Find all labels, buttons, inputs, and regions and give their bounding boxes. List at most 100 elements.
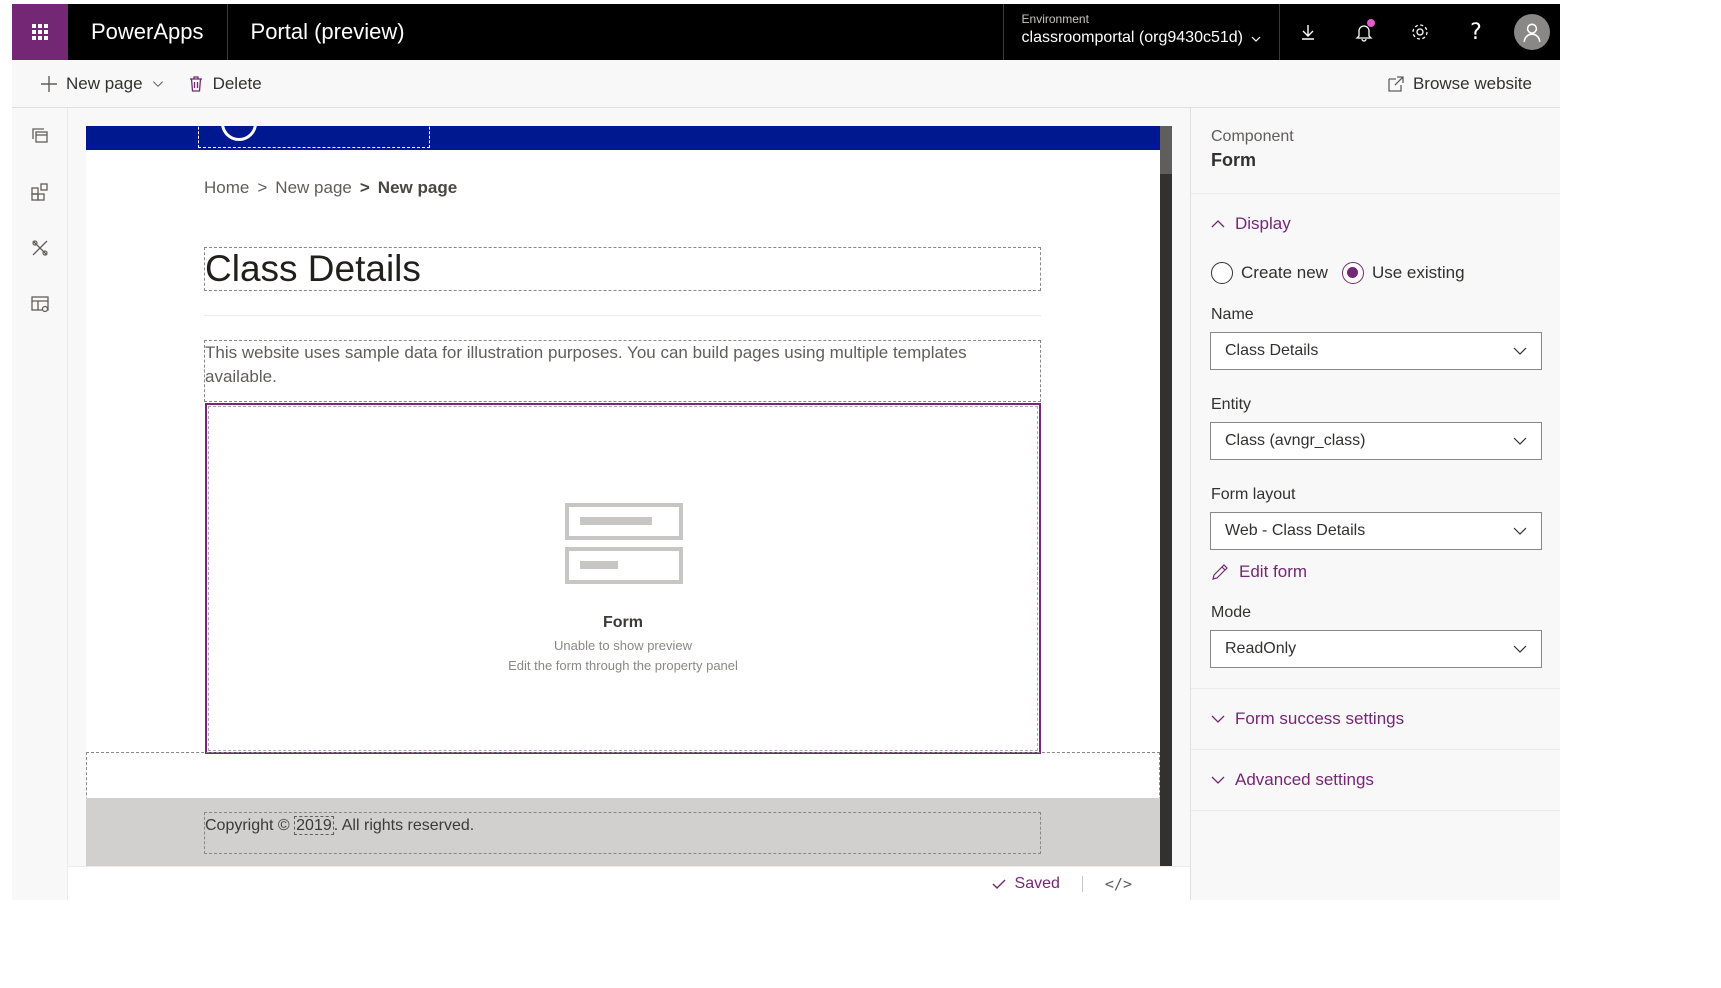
command-bar: New page Delete Browse website <box>12 60 1560 108</box>
breadcrumb: Home > New page > New page <box>204 178 457 198</box>
edit-form-link[interactable]: Edit form <box>1191 560 1560 584</box>
gear-icon <box>1412 24 1428 40</box>
pencil-icon <box>1212 564 1228 580</box>
browse-website-button[interactable]: Browse website <box>1387 60 1532 108</box>
breadcrumb-current: New page <box>377 178 458 197</box>
form-component[interactable]: Form Unable to show preview Edit the for… <box>205 403 1041 754</box>
canvas-scrollbar[interactable] <box>1160 126 1172 866</box>
app-launcher-button[interactable] <box>12 4 68 60</box>
environment-label: Environment <box>1021 12 1089 26</box>
download-button[interactable] <box>1280 4 1336 60</box>
portal-name: Portal (preview) <box>250 19 405 44</box>
notifications-button[interactable] <box>1336 4 1392 60</box>
site-logo-area[interactable] <box>198 126 430 148</box>
form-icon <box>565 503 683 584</box>
page-title: Class Details <box>205 248 421 289</box>
copyright-section[interactable]: Copyright © 2019. All rights reserved. <box>204 812 1041 854</box>
chevron-down-icon <box>152 80 163 87</box>
themes-button[interactable] <box>12 220 68 276</box>
name-dropdown[interactable]: Class Details <box>1210 332 1542 370</box>
scrollbar-thumb[interactable] <box>1160 126 1172 174</box>
plus-icon <box>41 75 57 92</box>
environment-picker[interactable]: Environment classroomportal (org9430c51d… <box>1002 4 1280 60</box>
site-footer: Copyright © 2019. All rights reserved. <box>86 798 1160 866</box>
settings-button[interactable] <box>1392 4 1448 60</box>
panel-header: Component Form <box>1191 108 1560 194</box>
waffle-icon <box>32 24 48 40</box>
chevron-down-icon <box>1513 645 1527 653</box>
checkmark-icon <box>992 879 1006 889</box>
copyright-text: Copyright © 2019. All rights reserved. <box>205 813 1040 839</box>
help-button[interactable]: ? <box>1448 4 1504 60</box>
pages-icon <box>32 128 48 143</box>
question-mark-icon: ? <box>1470 19 1482 45</box>
status-divider <box>1081 875 1083 892</box>
chevron-down-icon <box>1513 347 1527 355</box>
form-placeholder-label: Form <box>603 614 643 631</box>
top-bar: PowerApps Portal (preview) Environment c… <box>12 4 1560 60</box>
name-label: Name <box>1211 306 1254 323</box>
entity-label: Entity <box>1211 396 1252 413</box>
logo-icon <box>221 126 257 141</box>
mode-value: ReadOnly <box>1225 640 1297 657</box>
breadcrumb-separator: > <box>359 178 370 197</box>
properties-panel: Component Form Display Create new Use ex… <box>1190 108 1560 900</box>
chevron-down-icon <box>1513 437 1527 445</box>
breadcrumb-separator: > <box>257 178 268 197</box>
advanced-section-toggle[interactable]: Advanced settings <box>1191 750 1560 810</box>
form-layout-value: Web - Class Details <box>1225 522 1366 539</box>
use-existing-radio[interactable]: Use existing <box>1341 262 1465 284</box>
panel-caption: Component <box>1211 128 1294 145</box>
form-placeholder-message: Unable to show preview <box>553 638 693 653</box>
form-layout-label: Form layout <box>1211 486 1296 503</box>
display-section-toggle[interactable]: Display <box>1191 194 1560 254</box>
trash-icon <box>189 75 202 92</box>
radio-circle <box>1211 262 1233 284</box>
form-placeholder-hint: Edit the form through the property panel <box>508 658 738 673</box>
advanced-settings-label: Advanced settings <box>1235 770 1374 789</box>
delete-button[interactable]: Delete <box>187 60 262 108</box>
components-icon <box>31 183 48 201</box>
name-value: Class Details <box>1225 342 1319 359</box>
section-divider <box>1191 810 1560 811</box>
mode-dropdown[interactable]: ReadOnly <box>1210 630 1542 668</box>
chevron-down-icon <box>1513 527 1527 535</box>
display-section-label: Display <box>1235 214 1291 233</box>
download-icon <box>1302 25 1314 40</box>
breadcrumb-parent[interactable]: New page <box>275 178 352 198</box>
copyright-year[interactable]: 2019 <box>294 816 334 835</box>
breadcrumb-home[interactable]: Home <box>204 178 249 198</box>
chevron-down-icon <box>1211 715 1225 723</box>
page-preview: Home > New page > New page Class Details… <box>86 126 1160 866</box>
radio-circle-selected <box>1341 262 1364 284</box>
saved-label: Saved <box>1014 874 1060 892</box>
pages-button[interactable] <box>12 108 68 164</box>
form-success-label: Form success settings <box>1235 709 1405 728</box>
use-existing-label: Use existing <box>1371 263 1465 282</box>
environment-value: classroomportal (org9430c51d) <box>1021 29 1243 46</box>
entity-dropdown[interactable]: Class (avngr_class) <box>1210 422 1542 460</box>
new-page-button[interactable]: New page <box>40 60 165 108</box>
design-tools-icon <box>32 240 48 256</box>
components-button[interactable] <box>12 164 68 220</box>
app-name[interactable]: PowerApps <box>68 4 228 60</box>
chevron-down-icon <box>1251 36 1261 42</box>
code-editor-button[interactable]: </> <box>1105 875 1132 893</box>
avatar[interactable] <box>1514 14 1550 50</box>
status-bar: Saved </> <box>68 866 1190 900</box>
form-layout-dropdown[interactable]: Web - Class Details <box>1210 512 1542 550</box>
chevron-down-icon <box>1211 776 1225 784</box>
form-success-section-toggle[interactable]: Form success settings <box>1191 689 1560 749</box>
table-settings-icon <box>31 296 49 313</box>
left-rail <box>12 108 68 900</box>
notification-badge <box>1367 19 1375 27</box>
open-external-icon <box>1388 75 1404 92</box>
panel-title: Form <box>1211 150 1256 170</box>
templates-button[interactable] <box>12 276 68 332</box>
design-canvas: Home > New page > New page Class Details… <box>68 108 1190 900</box>
description-section[interactable]: This website uses sample data for illust… <box>204 340 1041 402</box>
edit-form-label: Edit form <box>1239 562 1308 581</box>
page-title-section[interactable]: Class Details <box>204 247 1041 291</box>
create-new-radio[interactable]: Create new <box>1211 262 1328 284</box>
entity-value: Class (avngr_class) <box>1225 432 1366 449</box>
